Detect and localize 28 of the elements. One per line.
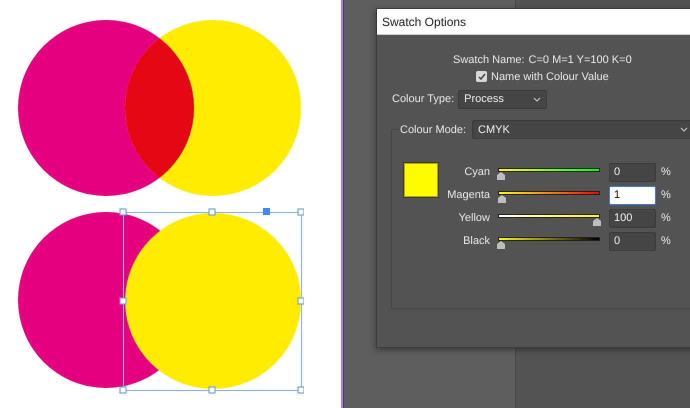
slider-track[interactable] — [498, 212, 600, 224]
colour-swatch — [404, 163, 438, 197]
channel-label: Cyan — [463, 166, 491, 178]
percent-unit: % — [661, 235, 671, 247]
channel-label: Magenta — [446, 189, 491, 201]
slider-track[interactable] — [498, 166, 600, 178]
value-field[interactable]: 0 — [609, 232, 656, 250]
checkbox-label: Name with Colour Value — [491, 70, 609, 82]
chevron-icon — [680, 127, 688, 132]
percent-unit: % — [661, 189, 671, 201]
value-field[interactable]: 100 — [609, 208, 656, 228]
slider-track[interactable] — [498, 234, 600, 248]
value-field[interactable]: 0 — [609, 162, 656, 182]
dialog-title: Swatch Options — [377, 9, 690, 35]
slider-track[interactable] — [498, 188, 600, 202]
colour-mode-label: Colour Mode: — [400, 124, 466, 136]
checkbox[interactable] — [476, 71, 487, 82]
swatch-name-label: Swatch Name: — [453, 54, 525, 66]
colour-type-label: Colour Type: — [392, 93, 454, 105]
swatch-name-value: C=0 M=1 Y=100 K=0 — [528, 54, 632, 66]
value-field[interactable]: 1 — [609, 186, 656, 204]
chevron-icon — [533, 96, 542, 102]
colour-mode-dropdown[interactable]: CMYK — [472, 120, 690, 139]
channel-label: Yellow — [458, 212, 491, 224]
percent-unit: % — [661, 212, 671, 224]
channel-label: Black — [462, 235, 491, 247]
colour-type-dropdown[interactable]: Process — [458, 90, 548, 108]
percent-unit: % — [661, 166, 671, 178]
